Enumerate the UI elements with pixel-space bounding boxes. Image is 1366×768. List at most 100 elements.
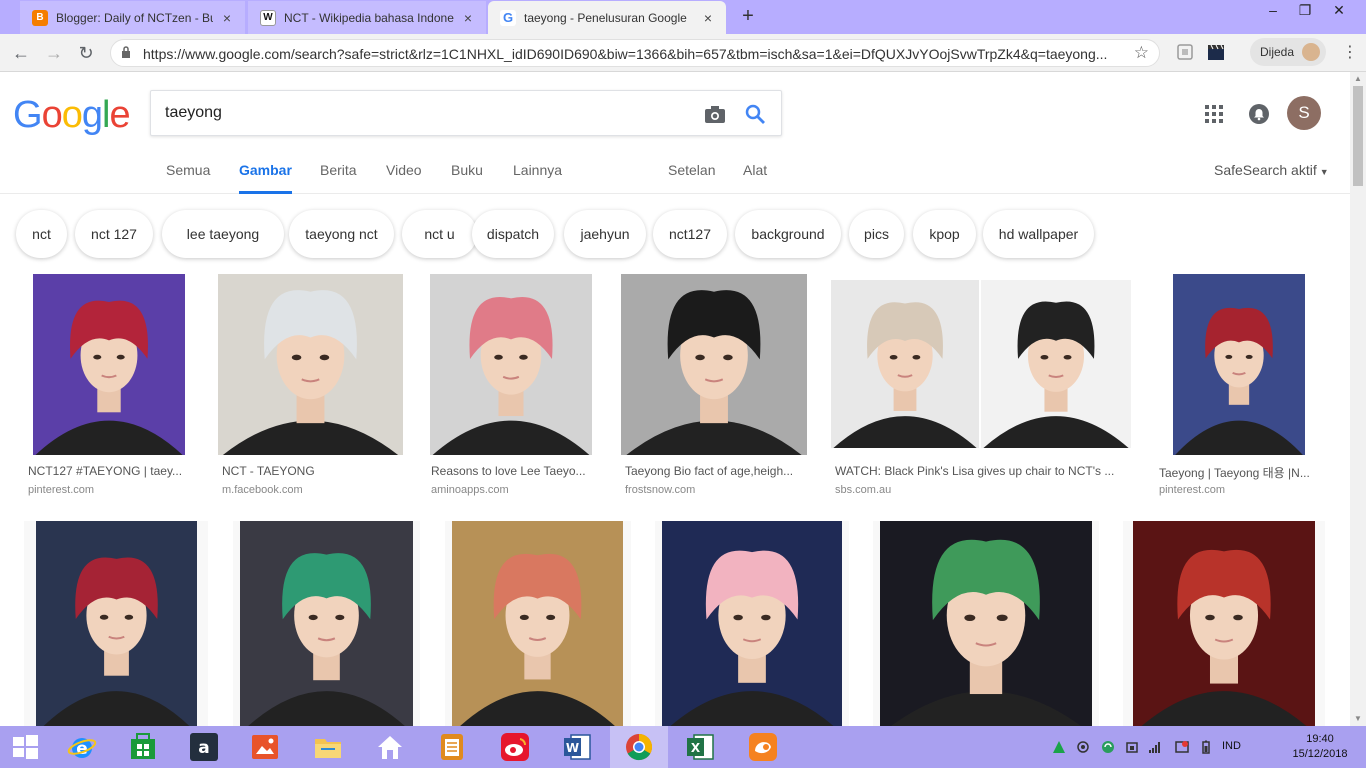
tab-news[interactable]: Berita [320, 162, 357, 194]
scroll-up-icon[interactable]: ▲ [1353, 74, 1363, 84]
microsoft-word-icon[interactable]: W [561, 731, 593, 763]
tab-close-icon[interactable]: × [460, 10, 476, 26]
tray-app-icon[interactable] [1052, 740, 1066, 754]
result-thumbnail[interactable] [218, 274, 403, 455]
amazon-icon[interactable]: a [188, 731, 220, 763]
tab-video[interactable]: Video [386, 162, 422, 194]
image-result[interactable]: WATCH: Black Pink's Lisa gives up chair … [831, 274, 1131, 504]
result-title[interactable]: Taeyong | Taeyong 태용 |N... [1159, 464, 1325, 481]
tab-tools[interactable]: Alat [743, 162, 767, 194]
related-search-chip[interactable]: background [735, 210, 841, 258]
result-thumbnail[interactable] [36, 521, 197, 726]
chrome-icon[interactable] [623, 731, 655, 763]
reload-icon[interactable]: ↻ [74, 41, 98, 65]
result-source[interactable]: aminoapps.com [431, 484, 509, 496]
tray-security-icon[interactable] [1125, 740, 1139, 754]
internet-explorer-icon[interactable]: e [66, 731, 98, 763]
image-result[interactable] [233, 521, 420, 726]
search-input[interactable] [165, 101, 685, 125]
weibo-icon[interactable] [499, 731, 531, 763]
google-apps-icon[interactable] [1205, 105, 1223, 123]
result-title[interactable]: Reasons to love Lee Taeyo... [431, 464, 595, 478]
input-language-indicator[interactable]: IND [1222, 740, 1241, 752]
windows-store-icon[interactable] [127, 731, 159, 763]
result-thumbnail[interactable] [831, 274, 1131, 455]
image-result[interactable] [655, 521, 849, 726]
scrollbar-thumb[interactable] [1353, 86, 1363, 186]
account-avatar[interactable]: S [1287, 96, 1321, 130]
image-result[interactable]: Reasons to love Lee Taeyo... aminoapps.co… [427, 274, 595, 504]
tab-close-icon[interactable]: × [700, 10, 716, 26]
result-title[interactable]: WATCH: Black Pink's Lisa gives up chair … [835, 464, 1131, 478]
image-result[interactable] [24, 521, 208, 726]
extension-icon[interactable] [1176, 43, 1194, 61]
tab-google-search[interactable]: G taeyong - Penelusuran Google × [488, 1, 726, 34]
photos-app-icon[interactable] [249, 731, 281, 763]
image-result[interactable]: Taeyong | Taeyong 태용 |N... pinterest.com [1155, 274, 1325, 504]
related-search-chip[interactable]: nct127 [653, 210, 727, 258]
related-search-chip[interactable]: jaehyun [564, 210, 646, 258]
result-source[interactable]: m.facebook.com [222, 484, 303, 496]
chrome-menu-icon[interactable]: ⋮ [1342, 43, 1358, 63]
related-search-chip[interactable]: nct 127 [75, 210, 153, 258]
clapperboard-extension-icon[interactable] [1207, 43, 1225, 61]
tab-settings[interactable]: Setelan [668, 162, 715, 194]
result-source[interactable]: sbs.com.au [835, 484, 891, 496]
result-thumbnail[interactable] [662, 521, 842, 726]
notes-app-icon[interactable] [436, 731, 468, 763]
result-thumbnail[interactable] [621, 274, 807, 455]
tab-images[interactable]: Gambar [239, 162, 292, 194]
window-close-icon[interactable]: ✕ [1324, 0, 1354, 24]
tab-all[interactable]: Semua [166, 162, 210, 194]
file-explorer-icon[interactable] [312, 731, 344, 763]
related-search-chip[interactable]: nct [16, 210, 67, 258]
new-tab-icon[interactable]: + [738, 6, 758, 26]
related-search-chip[interactable]: pics [849, 210, 904, 258]
image-result[interactable] [873, 521, 1099, 726]
related-search-chip[interactable]: lee taeyong [162, 210, 284, 258]
tray-sync-icon[interactable] [1101, 740, 1115, 754]
bookmark-star-icon[interactable]: ☆ [1134, 43, 1149, 63]
home-icon[interactable] [374, 731, 406, 763]
restore-icon[interactable]: ❐ [1290, 0, 1320, 24]
tray-notification-icon[interactable] [1175, 740, 1189, 754]
search-icon[interactable] [744, 103, 766, 125]
result-thumbnail[interactable] [1173, 274, 1305, 455]
forward-icon[interactable]: → [42, 41, 66, 65]
result-thumbnail[interactable] [430, 274, 592, 455]
related-search-chip[interactable]: kpop [913, 210, 976, 258]
notifications-bell-icon[interactable] [1249, 104, 1269, 124]
result-source[interactable]: pinterest.com [28, 484, 94, 496]
tab-close-icon[interactable]: × [219, 10, 235, 26]
related-search-chip[interactable]: nct u [402, 210, 477, 258]
related-search-chip[interactable]: hd wallpaper [983, 210, 1094, 258]
result-title[interactable]: NCT127 #TAEYONG | taey... [28, 464, 192, 478]
address-bar[interactable]: https://www.google.com/search?safe=stric… [110, 39, 1160, 67]
image-result[interactable]: Taeyong Bio fact of age,heigh... frostsno… [621, 274, 807, 504]
image-result[interactable] [445, 521, 631, 726]
camera-search-icon[interactable] [704, 104, 726, 124]
result-source[interactable]: pinterest.com [1159, 484, 1225, 496]
tab-wikipedia[interactable]: W NCT - Wikipedia bahasa Indonesi × [248, 1, 486, 34]
minimize-icon[interactable]: – [1258, 0, 1288, 24]
image-result[interactable]: NCT - TAEYONG m.facebook.com [218, 274, 403, 504]
result-thumbnail[interactable] [452, 521, 623, 726]
result-thumbnail[interactable] [240, 521, 413, 726]
tray-weather-icon[interactable] [1076, 740, 1090, 754]
back-icon[interactable]: ← [9, 41, 33, 65]
microsoft-excel-icon[interactable]: X [684, 731, 716, 763]
tab-books[interactable]: Buku [451, 162, 483, 194]
tab-more[interactable]: Lainnya [513, 162, 562, 194]
result-thumbnail[interactable] [33, 274, 185, 455]
scroll-down-icon[interactable]: ▼ [1353, 714, 1363, 724]
taskbar-clock[interactable]: 19:40 15/12/2018 [1290, 732, 1350, 762]
result-thumbnail[interactable] [1133, 521, 1315, 726]
related-search-chip[interactable]: taeyong nct [289, 210, 394, 258]
safesearch-dropdown[interactable]: SafeSearch aktif ▼ [1214, 162, 1329, 178]
image-result[interactable] [1123, 521, 1325, 726]
profile-button[interactable]: Dijeda [1250, 38, 1326, 66]
windows-start-icon[interactable] [9, 731, 41, 763]
uc-browser-icon[interactable] [747, 731, 779, 763]
result-title[interactable]: Taeyong Bio fact of age,heigh... [625, 464, 807, 478]
page-scrollbar[interactable]: ▲ ▼ [1350, 72, 1366, 726]
